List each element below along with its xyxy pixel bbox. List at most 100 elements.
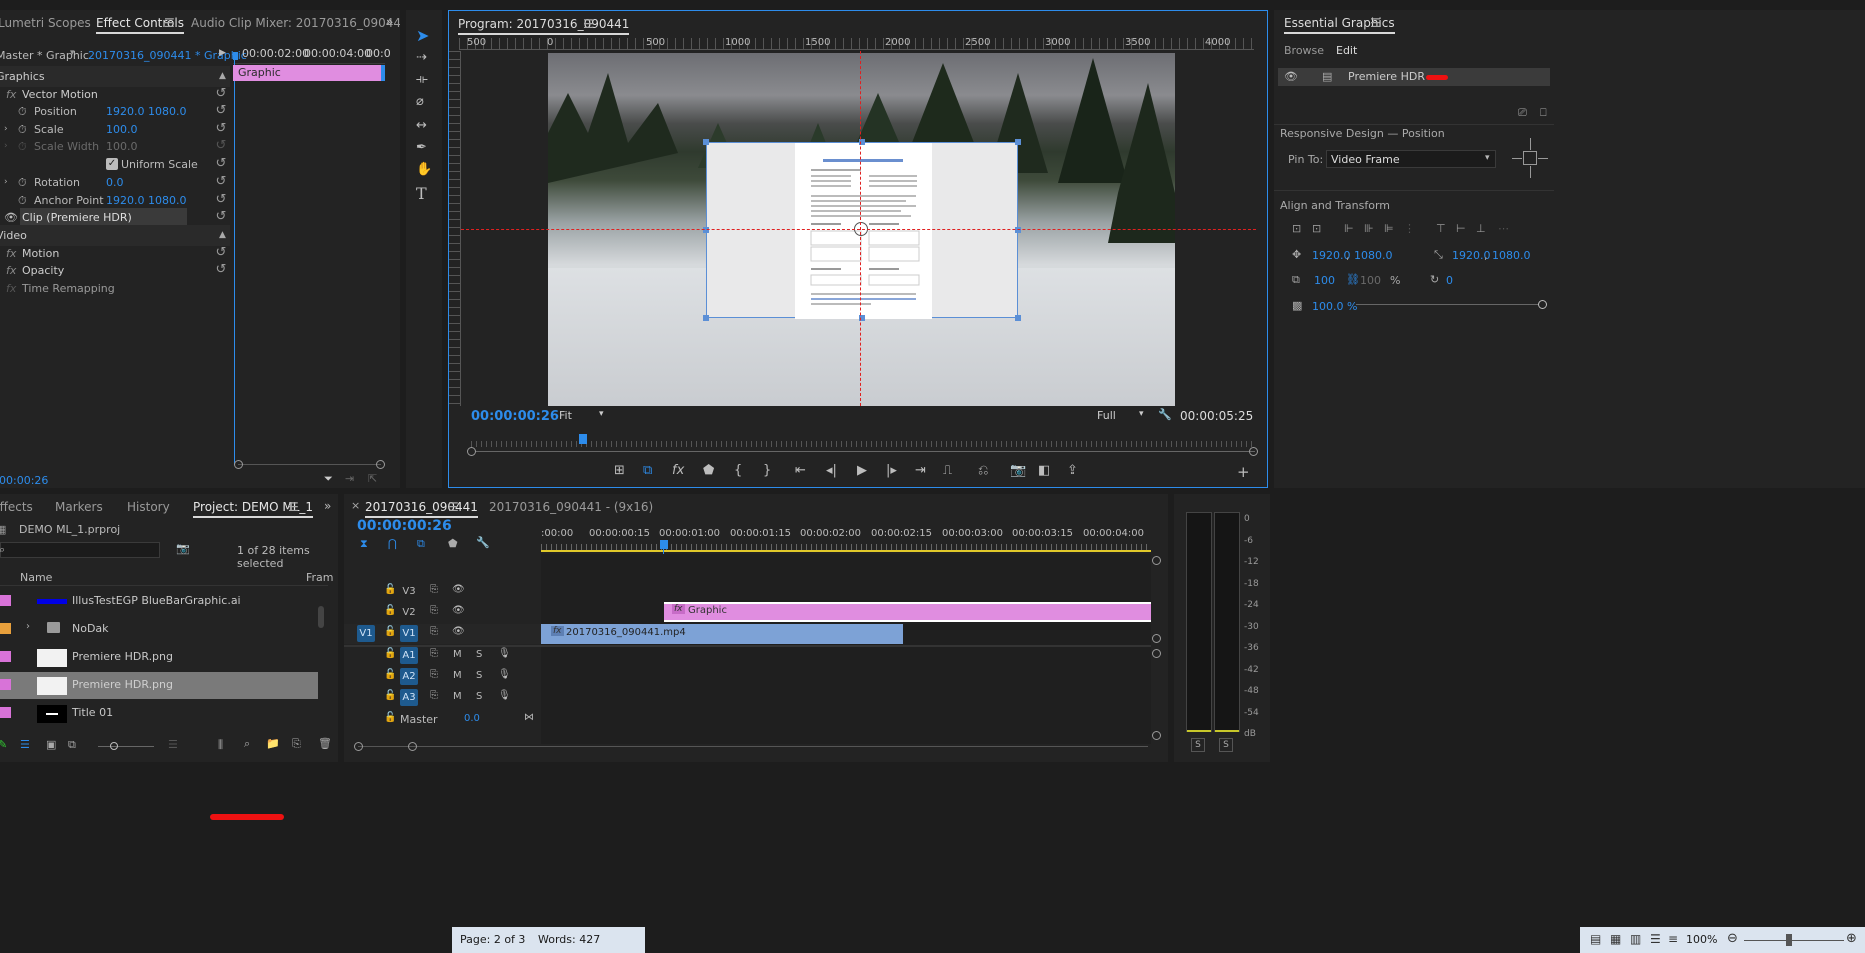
snap-icon[interactable]: ⋂ [388,537,397,550]
step-forward-icon[interactable]: |▸ [886,463,897,478]
type-tool-icon[interactable]: T [416,184,427,203]
pin-to-dropdown[interactable]: Video Frame ▾ [1326,150,1496,168]
go-to-in-icon[interactable]: ⇤ [795,463,806,478]
track-select-tool-icon[interactable]: ⇢ [416,50,427,65]
export-frame-icon[interactable]: ⇪ [1067,463,1078,478]
eye-icon[interactable]: 👁 [1284,70,1298,83]
track-target[interactable]: V1 [400,625,418,642]
overflow-icon[interactable]: » [324,499,331,513]
find-icon[interactable]: ⌕ [244,737,250,751]
distribute-v-icon[interactable]: ⋯ [1498,222,1509,235]
solo-button[interactable]: S [476,649,482,660]
comparison-icon[interactable]: ◧ [1038,463,1050,478]
a-scroll-handle[interactable] [1152,731,1161,740]
trash-icon[interactable]: 🗑 [318,737,332,750]
track-target[interactable]: A3 [400,689,418,706]
lift-icon[interactable]: ⎍ [943,463,952,478]
handle-tr[interactable] [1015,139,1021,145]
eg-opacity[interactable]: 100.0 % [1312,300,1357,313]
solo-right-button[interactable]: S [1219,738,1233,752]
selection-tool-icon[interactable]: ➤ [416,26,429,45]
lock-icon[interactable]: 🔓 [384,626,396,637]
list-item[interactable]: Title 01 [0,700,318,727]
label-color-swatch[interactable] [0,707,11,718]
bin-icon[interactable]: 📷 [176,542,190,555]
panel-menu-icon[interactable]: ☰ [448,500,459,514]
track-header-v1[interactable]: V1 🔓 V1 ⎘ 👁 [344,624,541,644]
link-icon[interactable]: ⛓ [1346,273,1360,286]
master-clip-label[interactable]: Master * Graphic [0,49,89,62]
camera-icon[interactable]: 📷 [1010,463,1026,478]
lock-icon[interactable]: 🔓 [384,712,396,723]
outline-icon[interactable]: ☰ [1650,932,1661,946]
tab-sequence-9x16[interactable]: 20170316_090441 - (9x16) [489,494,653,520]
scrub-zoom-track[interactable] [475,451,1255,452]
layer-row[interactable]: 👁 ▤ Premiere HDR [1278,68,1550,86]
handle-mr[interactable] [1015,227,1021,233]
mark-out-icon[interactable]: } [763,463,771,478]
filter-icon[interactable]: ⏷ [324,472,333,486]
uniform-scale-checkbox[interactable]: ✓ [106,158,118,170]
marker-icon[interactable]: ⬟ [703,463,714,478]
scrub-bar[interactable] [471,441,1253,447]
zoom-slider-handle[interactable] [110,742,118,750]
sync-lock-icon[interactable]: ⎘ [430,626,438,637]
tab-effects[interactable]: Effects [0,494,33,520]
lock-icon[interactable]: 🔓 [384,690,396,701]
eye-icon[interactable]: 👁 [452,584,465,595]
mini-ruler[interactable]: 00:00:02:00 00:00:04:00 00:0 [233,44,391,64]
sync-lock-icon[interactable]: ⎘ [430,584,438,595]
status-zoom-handle[interactable] [1786,934,1792,946]
panel-menu-icon[interactable]: ☰ [1370,16,1381,30]
new-bin-icon[interactable]: 📁 [266,737,280,750]
lock-icon[interactable]: 🔓 [384,669,396,680]
quality-dropdown[interactable]: Full ▾ [1097,409,1153,425]
microphone-icon[interactable]: 🎙 [498,690,511,701]
distribute-h-icon[interactable]: ⋮ [1404,222,1415,235]
hand-tool-icon[interactable]: ✋ [416,162,432,177]
project-scrollbar[interactable] [318,606,324,628]
linked-selection-icon[interactable]: ⧉ [417,537,425,551]
wrench-icon[interactable]: 🔧 [1158,408,1172,421]
tab-sequence[interactable]: 20170316_090441 [365,494,478,520]
slip-tool-icon[interactable]: ↔ [416,118,427,133]
status-words[interactable]: Words: 427 [538,930,600,950]
mute-button[interactable]: M [453,670,462,681]
align-center-v-icon[interactable]: ⊢ [1456,222,1466,235]
eg-position-y[interactable]: 1080.0 [1354,249,1393,262]
track-target[interactable]: V3 [400,583,418,600]
web-layout-icon[interactable]: ▥ [1630,932,1641,946]
label-color-swatch[interactable] [0,623,11,634]
panel-menu-icon[interactable]: ☰ [164,16,175,30]
work-area-bar[interactable] [541,550,1151,552]
eg-rotation[interactable]: 0 [1446,274,1453,287]
track-header-v2[interactable]: 🔓 V2 ⎘ 👁 [344,603,541,623]
eye-icon[interactable]: 👁 [452,626,465,637]
program-timecode[interactable]: 00:00:00:26 [471,409,559,424]
align-bottom-icon[interactable]: ⊥ [1476,222,1486,235]
horizontal-guide[interactable] [461,229,1256,230]
eg-position-x[interactable]: 1920.0 [1312,249,1351,262]
list-item[interactable]: IllusTestEGP BlueBarGraphic.ai [0,588,318,615]
label-color-swatch[interactable] [0,679,11,690]
extract-icon[interactable]: ⎌ [978,463,988,478]
ec-zoom-handle-right[interactable] [376,460,385,469]
nest-icon[interactable]: ⧗ [360,537,368,551]
scrub-playhead[interactable] [579,434,587,444]
timeline-zoom-right[interactable] [408,742,417,751]
master-volume[interactable]: 0.0 [464,713,480,724]
solo-left-button[interactable]: S [1191,738,1205,752]
icon-view-icon[interactable]: ▣ [46,738,56,751]
track-header-a3[interactable]: 🔓 A3 ⎘ M S 🎙 [344,688,541,708]
mute-button[interactable]: M [453,649,462,660]
program-title[interactable]: Program: 20170316_090441 [458,11,630,37]
reset-icon[interactable]: ↺ [214,210,228,224]
sync-lock-icon[interactable]: ⎘ [430,648,438,659]
label-color-swatch[interactable] [0,595,11,606]
track-header-a2[interactable]: 🔓 A2 ⎘ M S 🎙 [344,667,541,687]
go-to-out-icon[interactable]: ⇥ [915,463,926,478]
project-search-input[interactable]: ⌕ [0,542,160,558]
eye-icon[interactable]: 👁 [452,605,465,616]
snap-icon[interactable]: ⧉ [643,463,652,478]
column-name[interactable]: Name [20,571,52,584]
